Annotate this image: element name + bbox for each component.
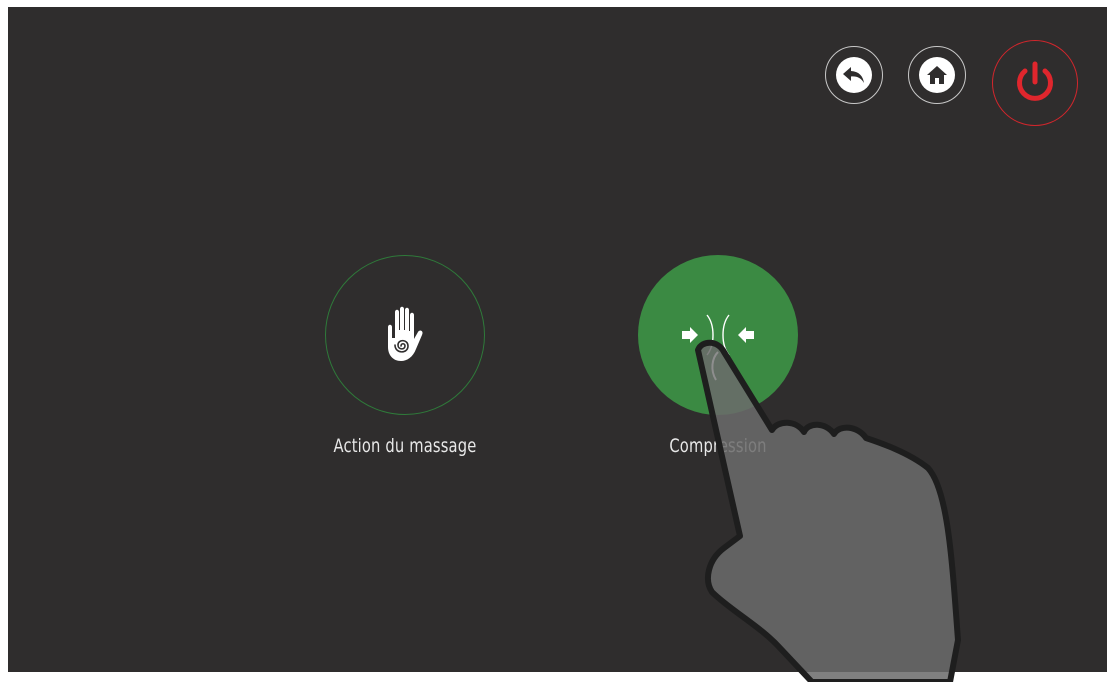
home-icon — [927, 66, 947, 84]
app-screen: Action du massage Compression — [8, 7, 1107, 672]
hand-spiral-icon — [388, 306, 423, 361]
home-button-face — [919, 57, 955, 93]
massage-action-button[interactable] — [325, 255, 485, 415]
power-icon — [1017, 61, 1053, 101]
compression-button[interactable] — [638, 255, 798, 415]
home-button[interactable] — [908, 46, 966, 104]
compression-arrows-icon — [682, 314, 754, 356]
power-button[interactable] — [992, 40, 1078, 126]
back-button-face — [836, 57, 872, 93]
undo-arrow-icon — [843, 67, 864, 83]
massage-action-label: Action du massage — [333, 435, 477, 457]
compression-label: Compression — [669, 435, 767, 457]
back-button[interactable] — [825, 46, 883, 104]
